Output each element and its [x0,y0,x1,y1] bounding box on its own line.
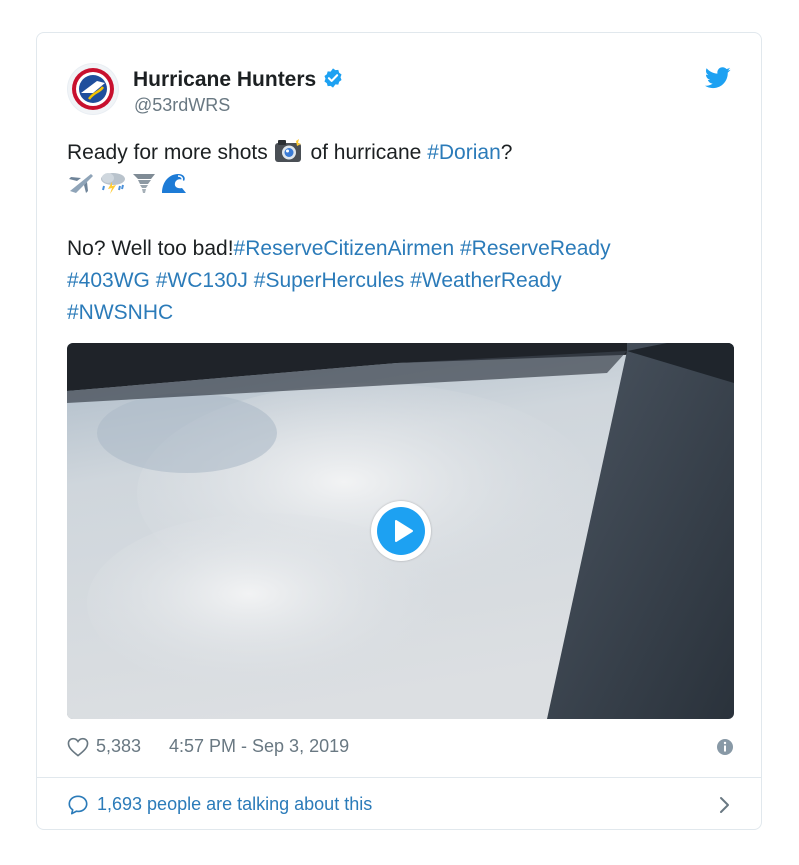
tweet-text-segment: of hurricane [310,141,422,164]
play-button[interactable] [371,501,431,561]
tweet-text: Ready for more shots of hurricane #Doria… [67,137,727,329]
tweet-line-1: Ready for more shots of hurricane #Doria… [67,137,727,169]
tweet-emoji-line [67,169,727,201]
comment-bubble-icon [68,795,88,815]
hashtag-nwsnhc-link[interactable]: #NWSNHC [67,301,173,324]
tweet-text-segment: Ready for more shots [67,141,268,164]
video-player[interactable] [67,343,734,719]
tweet-line-gap [67,201,727,233]
tweet-line-4: #403WG #WC130J #SuperHercules #WeatherRe… [67,265,727,297]
cloud-lightning-rain-icon [101,173,125,194]
author-name-text[interactable]: Hurricane Hunters [133,68,316,91]
heart-icon[interactable] [67,737,89,757]
play-icon [395,520,413,542]
hashtag-weatherready-link[interactable]: #WeatherReady [410,269,561,292]
tweet-meta: 5,383 4:57 PM - Sep 3, 2019 [67,735,734,761]
twitter-logo-icon[interactable] [705,67,731,89]
camera-flash-icon [274,139,301,162]
verified-badge-icon [324,68,342,88]
conversation-count-text[interactable]: 1,693 people are talking about this [97,794,372,815]
tweet-line-3: No? Well too bad!#ReserveCitizenAirmen #… [67,233,727,265]
info-icon[interactable] [716,738,734,756]
hashtag-dorian-link[interactable]: #Dorian [427,141,501,164]
play-button-inner [377,507,425,555]
chevron-right-icon[interactable] [718,794,732,816]
tweet-text-segment: No? Well too bad! [67,237,234,260]
airplane-icon [69,174,93,193]
tweet-timestamp[interactable]: 4:57 PM - Sep 3, 2019 [169,736,349,757]
hashtag-reservecitizenairmen-link[interactable]: #ReserveCitizenAirmen [234,237,455,260]
tweet-card: Hurricane Hunters @53rdWRS Ready for mor… [36,32,762,830]
conversation-link[interactable]: 1,693 people are talking about this [67,789,734,819]
author-handle[interactable]: @53rdWRS [134,95,230,116]
author-name[interactable]: Hurricane Hunters [133,67,344,92]
hashtag-superhercules-link[interactable]: #SuperHercules [254,269,405,292]
like-count[interactable]: 5,383 [96,736,141,757]
tweet-line-5: #NWSNHC [67,297,727,329]
wave-icon [162,174,186,193]
hashtag-403wg-link[interactable]: #403WG [67,269,150,292]
avatar[interactable] [67,63,119,115]
divider [37,777,761,778]
hashtag-wc130j-link[interactable]: #WC130J [156,269,248,292]
tornado-icon [133,174,155,193]
hashtag-reserveready-link[interactable]: #ReserveReady [460,237,611,260]
tweet-text-segment: ? [500,141,513,164]
